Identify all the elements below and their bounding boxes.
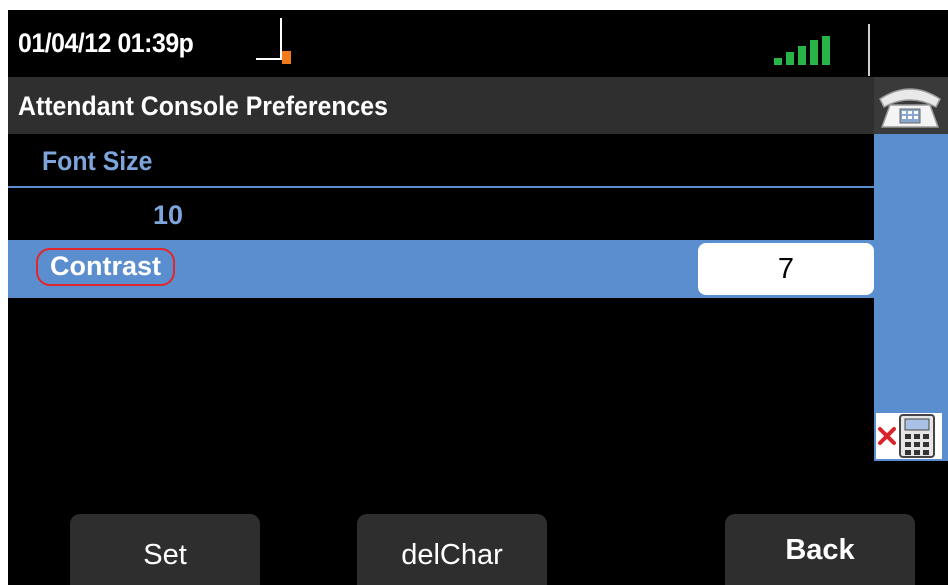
page-title: Attendant Console Preferences bbox=[18, 91, 388, 121]
contrast-row-selected[interactable]: Contrast 7 bbox=[8, 240, 874, 298]
phone-screen: 01/04/12 01:39p Attendant Console Prefer… bbox=[8, 10, 948, 585]
status-divider bbox=[868, 24, 870, 76]
side-panel bbox=[874, 77, 948, 461]
contrast-value-field[interactable]: 7 bbox=[698, 243, 874, 295]
back-button[interactable]: Back bbox=[725, 514, 915, 585]
font-size-value: 10 bbox=[153, 200, 184, 230]
side-panel-top bbox=[874, 77, 948, 134]
title-bar: Attendant Console Preferences bbox=[8, 77, 874, 134]
datetime: 01/04/12 01:39p bbox=[18, 28, 194, 58]
font-size-header-row: Font Size bbox=[8, 134, 874, 188]
font-size-label: Font Size bbox=[42, 146, 153, 176]
contrast-label: Contrast bbox=[36, 248, 176, 286]
keypad-icon[interactable] bbox=[876, 413, 942, 459]
signal-strength-icon bbox=[774, 36, 830, 65]
delchar-button[interactable]: delChar bbox=[357, 514, 547, 585]
set-button[interactable]: Set bbox=[70, 514, 260, 585]
phone-icon[interactable] bbox=[876, 81, 944, 131]
status-bar: 01/04/12 01:39p bbox=[8, 10, 948, 77]
line-status-icon bbox=[256, 18, 291, 64]
font-size-value-row[interactable]: 10 bbox=[8, 188, 874, 240]
